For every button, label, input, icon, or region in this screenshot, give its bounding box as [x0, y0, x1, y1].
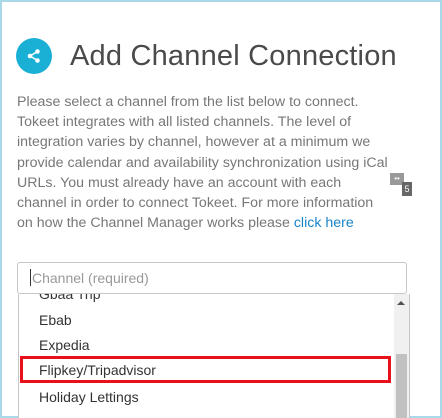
channel-listbox[interactable]: Gbaa Trip Ebab Expedia Flipkey/Tripadvis… — [18, 294, 410, 418]
selection-highlight — [20, 356, 391, 383]
scroll-up-icon[interactable] — [397, 301, 405, 305]
text-caret — [30, 269, 31, 286]
notification-count[interactable]: 5 — [402, 182, 412, 196]
share-icon — [16, 38, 52, 74]
list-item[interactable]: Gbaa Trip — [19, 294, 393, 307]
list-item[interactable]: Holiday Lettings — [19, 384, 393, 410]
page-title: Add Channel Connection — [70, 39, 397, 72]
description-text: Please select a channel from the list be… — [17, 94, 388, 232]
dialog-header: Add Channel Connection — [16, 36, 397, 76]
help-link[interactable]: click here — [294, 215, 354, 231]
scroll-thumb[interactable] — [396, 354, 407, 418]
list-item[interactable]: Ebab — [19, 307, 393, 333]
scrollbar[interactable] — [394, 294, 409, 418]
list-item[interactable]: Expedia — [19, 332, 393, 358]
channel-placeholder: Channel (required) — [32, 270, 149, 286]
channel-input[interactable]: Channel (required) — [17, 262, 407, 294]
channel-description: Please select a channel from the list be… — [17, 92, 389, 233]
